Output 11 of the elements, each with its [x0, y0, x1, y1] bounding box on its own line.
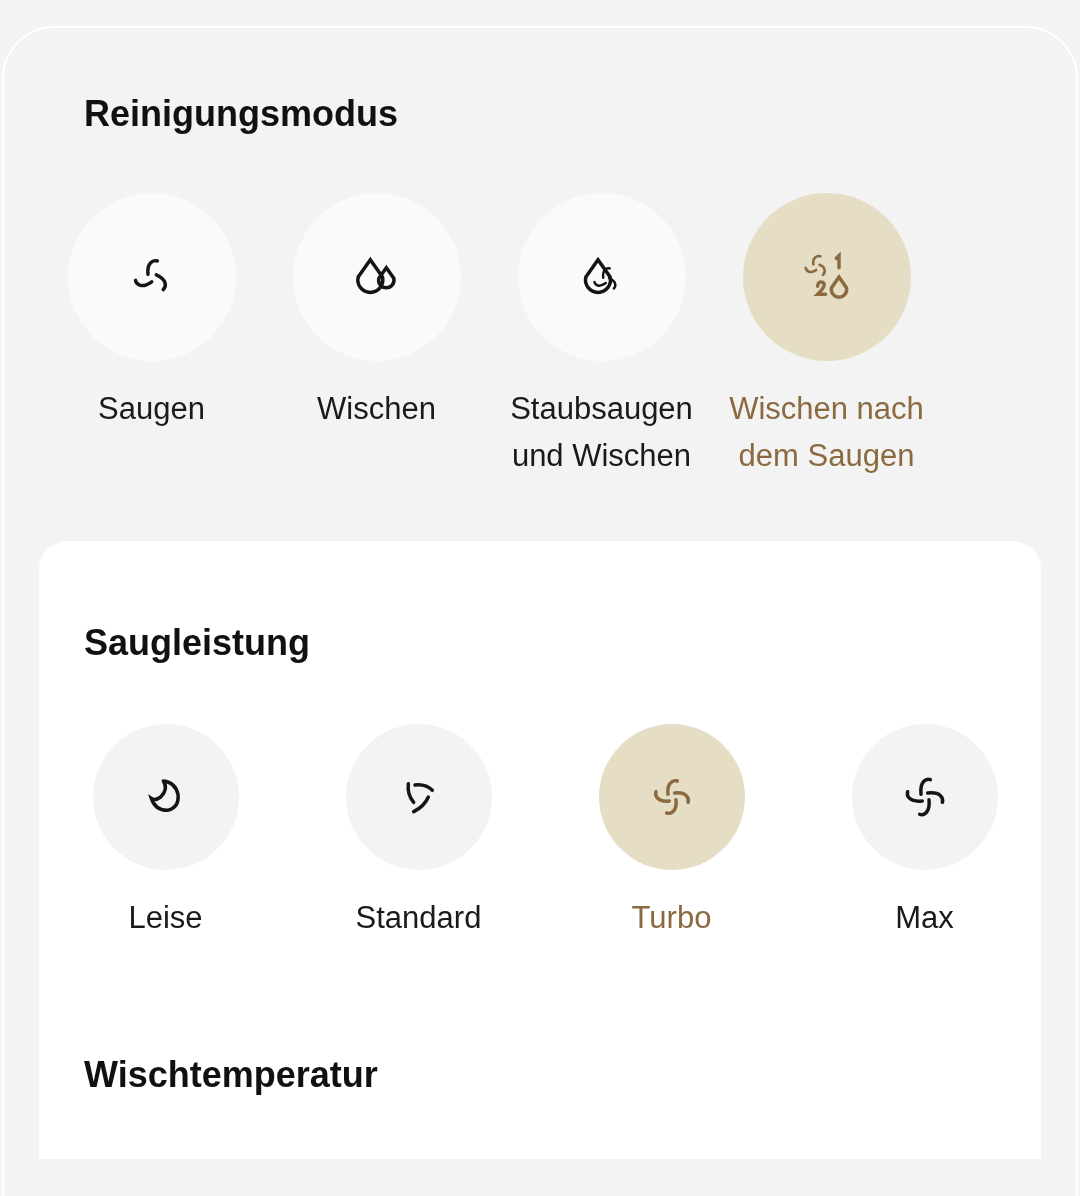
option-label: Standard: [355, 899, 482, 937]
option-label: Wischen: [317, 390, 436, 428]
option-label: Turbo: [631, 899, 712, 937]
section-title: Reinigungsmodus: [84, 92, 398, 136]
option-label: Leise: [128, 899, 203, 937]
option-label: Max: [895, 899, 954, 937]
section-title: Saugleistung: [84, 621, 311, 665]
option-label: Saugen: [98, 390, 205, 428]
section-title: Wischtemperatur: [84, 1053, 378, 1097]
option-label: Staubsaugen und Wischen: [509, 390, 694, 475]
option-label: Wischen nach dem Saugen: [728, 390, 925, 475]
